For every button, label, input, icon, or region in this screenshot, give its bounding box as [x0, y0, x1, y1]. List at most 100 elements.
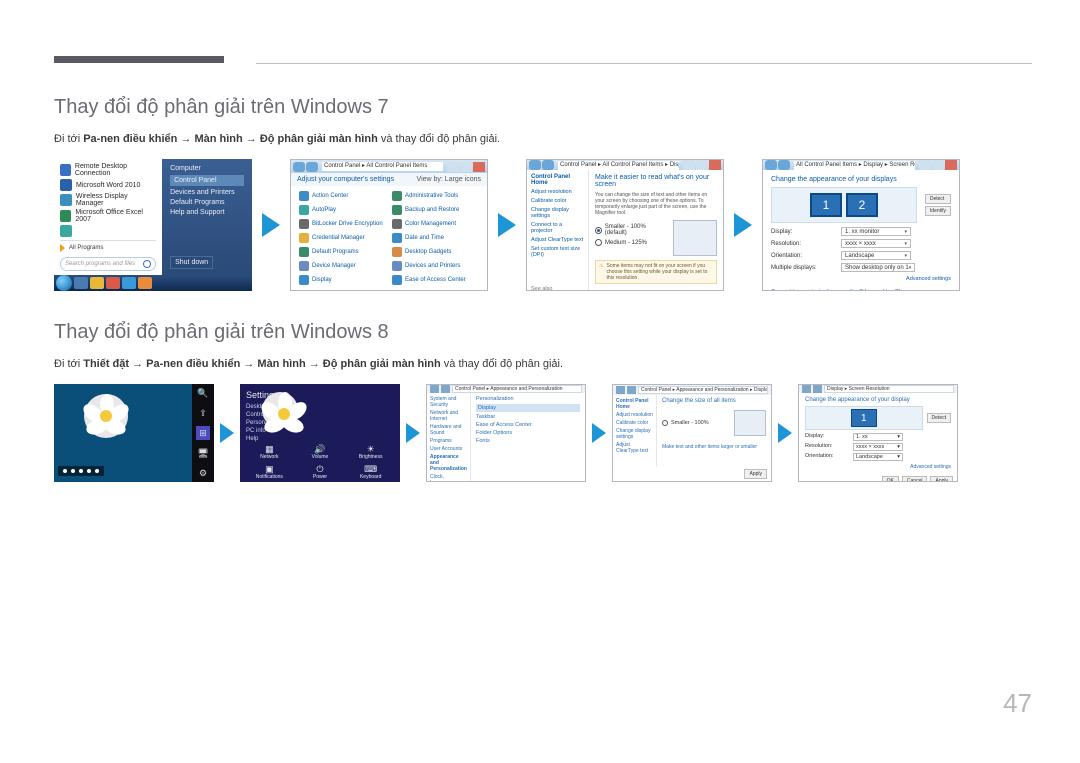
start-orb-icon[interactable] — [56, 275, 72, 291]
detect-button[interactable]: Detect — [925, 194, 951, 204]
startmenu-right-item[interactable]: Default Programs — [170, 199, 244, 206]
breadcrumb[interactable]: Control Panel ▸ Appearance and Personali… — [638, 386, 768, 394]
cp-item[interactable]: Date and Time — [392, 232, 479, 244]
startmenu-right-item[interactable]: Help and Support — [170, 209, 244, 216]
cancel-button[interactable]: Cancel — [902, 476, 928, 482]
detect-button[interactable]: Detect — [927, 413, 951, 423]
side-link[interactable]: Adjust resolution — [531, 189, 584, 195]
minimize-icon[interactable] — [919, 160, 931, 170]
nav-back-icon[interactable] — [802, 385, 811, 393]
charm-start-icon[interactable]: ⊞ — [196, 426, 210, 440]
nav-forward-icon[interactable] — [778, 160, 790, 170]
side-link[interactable]: Change display settings — [531, 207, 584, 219]
view-by-label[interactable]: View by: Large icons — [417, 176, 481, 183]
monitor-1[interactable]: 1 — [851, 409, 877, 427]
minimize-icon[interactable] — [683, 160, 695, 170]
breadcrumb[interactable]: Control Panel ▸ Appearance and Personali… — [452, 385, 582, 393]
cp-nav[interactable]: Clock, Language, Region — [430, 474, 467, 482]
cp-nav[interactable]: Network and Internet — [430, 410, 467, 422]
startmenu-right-item[interactable]: Devices and Printers — [170, 189, 244, 196]
cp-item[interactable]: Ease of Access Center — [392, 274, 479, 286]
tile-power[interactable]: ⏻Power — [297, 464, 344, 480]
taskbar-explorer-icon[interactable] — [90, 277, 104, 289]
cp-nav[interactable]: Programs — [430, 438, 467, 444]
combo-display[interactable]: 1. xx▾ — [853, 433, 903, 441]
tile-notifications[interactable]: ▣Notifications — [246, 464, 293, 480]
nav-back-icon[interactable] — [430, 385, 439, 393]
combo-multiple[interactable]: Show desktop only on 1 — [841, 263, 915, 272]
cp-item[interactable]: Default Programs — [299, 246, 386, 258]
nav-back-icon[interactable] — [765, 160, 777, 170]
tile-keyboard[interactable]: ⌨Keyboard — [347, 464, 394, 480]
shutdown-button[interactable]: Shut down — [170, 256, 213, 269]
side-link[interactable]: Calibrate color — [531, 198, 584, 204]
cp-item[interactable]: Desktop Gadgets — [392, 246, 479, 258]
monitor-1[interactable]: 1 — [810, 193, 842, 217]
side-link[interactable]: Change display settings — [616, 428, 653, 440]
charm-settings-icon[interactable]: ⚙ — [196, 466, 210, 480]
maximize-icon[interactable] — [696, 160, 708, 170]
close-icon[interactable] — [473, 162, 485, 172]
nav-back-icon[interactable] — [529, 160, 541, 170]
settings-item[interactable]: Help — [246, 436, 394, 442]
tile-brightness[interactable]: ☀Brightness — [347, 444, 394, 460]
start-search-input[interactable]: Search programs and files — [60, 257, 156, 271]
cp-main-item[interactable]: Ease of Access Center — [476, 422, 580, 428]
cp-item[interactable]: AutoPlay — [299, 204, 386, 216]
option-smaller[interactable]: Smaller - 100% (default) — [595, 224, 667, 236]
cp-item[interactable]: Display — [299, 274, 386, 286]
cp-item[interactable]: Credential Manager — [299, 232, 386, 244]
cp-nav[interactable]: Appearance and Personalization — [430, 454, 467, 472]
option-medium[interactable]: Medium - 125% — [595, 239, 667, 246]
cp-nav[interactable]: System and Security — [430, 396, 467, 408]
close-icon[interactable] — [709, 160, 721, 170]
cp-item[interactable]: Color Management — [392, 218, 479, 230]
nav-back-icon[interactable] — [616, 386, 625, 394]
breadcrumb[interactable]: Display ▸ Screen Resolution — [824, 385, 954, 393]
all-programs-button[interactable]: All Programs — [60, 240, 156, 255]
advanced-settings-link[interactable]: Advanced settings — [906, 276, 951, 282]
cp-main-item[interactable]: Taskbar — [476, 414, 580, 420]
nav-forward-icon[interactable] — [306, 162, 318, 172]
taskbar-chrome-icon[interactable] — [106, 277, 120, 289]
side-link[interactable]: Set custom text size (DPI) — [531, 246, 584, 258]
breadcrumb[interactable]: Control Panel ▸ All Control Panel Items — [322, 162, 443, 171]
combo-resolution[interactable]: xxxx × xxxx — [841, 239, 911, 248]
side-link[interactable]: Adjust resolution — [616, 412, 653, 418]
cp-nav[interactable]: Hardware and Sound — [430, 424, 467, 436]
apply-button[interactable]: Apply — [930, 476, 953, 482]
combo-orientation[interactable]: Landscape▾ — [853, 453, 903, 461]
cp-main-item[interactable]: Display — [476, 404, 580, 412]
breadcrumb[interactable]: Control Panel ▸ All Control Panel Items … — [558, 161, 679, 170]
monitor-2[interactable]: 2 — [846, 193, 878, 217]
taskbar-wmp-icon[interactable] — [138, 277, 152, 289]
option-smaller[interactable]: Smaller - 100% — [662, 410, 709, 436]
link[interactable]: Make text and other items larger or smal… — [662, 444, 766, 450]
charm-search-icon[interactable]: 🔍 — [196, 386, 210, 400]
cp-item[interactable]: Backup and Restore — [392, 204, 479, 216]
taskbar-app-icon[interactable] — [122, 277, 136, 289]
apply-button[interactable]: Apply — [744, 469, 767, 479]
cp-item[interactable]: BitLocker Drive Encryption — [299, 218, 386, 230]
cp-item[interactable]: Administrative Tools — [392, 190, 479, 202]
startmenu-right-item[interactable]: Control Panel — [170, 175, 244, 186]
maximize-icon[interactable] — [460, 162, 472, 172]
identify-button[interactable]: Identify — [925, 206, 951, 216]
advanced-settings-link[interactable]: Advanced settings — [910, 464, 951, 470]
combo-resolution[interactable]: xxxx × xxxx▾ — [853, 443, 903, 451]
cp-nav[interactable]: User Accounts — [430, 446, 467, 452]
cp-item[interactable]: Devices and Printers — [392, 260, 479, 272]
nav-forward-icon[interactable] — [542, 160, 554, 170]
tile-volume[interactable]: 🔊Volume — [297, 444, 344, 460]
side-link[interactable]: Calibrate color — [616, 420, 653, 426]
taskbar-ie-icon[interactable] — [74, 277, 88, 289]
breadcrumb[interactable]: All Control Panel Items ▸ Display ▸ Scre… — [794, 161, 915, 170]
nav-forward-icon[interactable] — [813, 385, 822, 393]
maximize-icon[interactable] — [932, 160, 944, 170]
link[interactable]: Connect to a projector (or press the ⊞ k… — [771, 289, 951, 291]
combo-display[interactable]: 1. xx monitor — [841, 227, 911, 236]
side-link[interactable]: Adjust ClearType text — [531, 237, 584, 243]
charm-devices-icon[interactable]: 🖥 — [196, 446, 210, 460]
cp-item[interactable]: Device Manager — [299, 260, 386, 272]
nav-forward-icon[interactable] — [627, 386, 636, 394]
